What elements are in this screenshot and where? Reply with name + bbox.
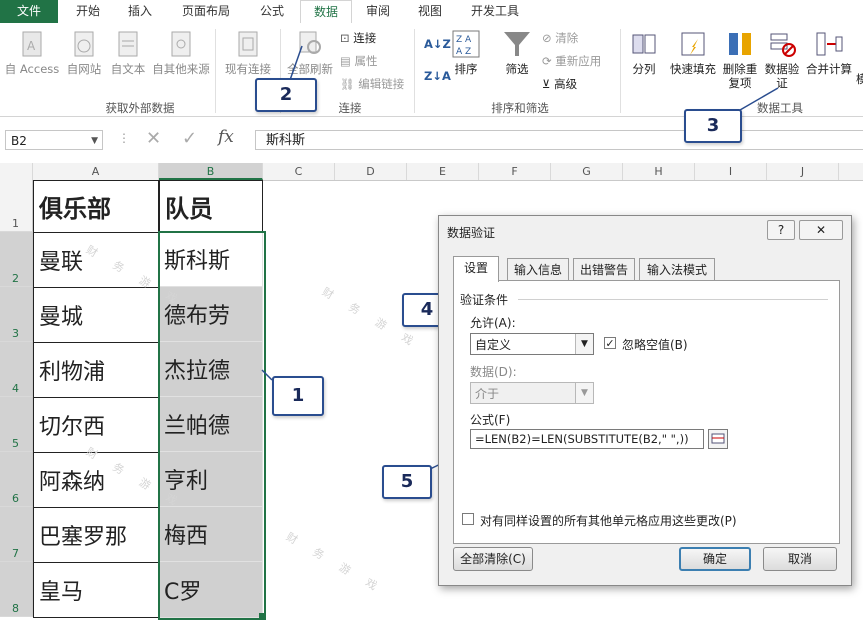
range-picker-icon[interactable] [708,429,728,449]
data-validation-dialog: 数据验证 ? ✕ 设置 输入信息 出错警告 输入法模式 验证条件 允许(A): … [438,215,852,586]
chevron-down-icon[interactable]: ▼ [575,334,593,354]
ignore-blank-label: 忽略空值(B) [622,338,688,352]
dialog-title: 数据验证 [447,226,496,240]
ignore-blank-checkbox[interactable]: ✓ [604,337,616,350]
tab-ime-mode[interactable]: 输入法模式 [639,258,715,280]
ok-button[interactable]: 确定 [679,547,751,571]
tab-error-alert[interactable]: 出错警告 [573,258,635,280]
formula-label: 公式(F) [470,413,511,427]
close-icon: ✕ [815,223,827,237]
help-button[interactable]: ? [767,220,795,240]
tab-settings[interactable]: 设置 [453,256,499,282]
callout-2: 2 [255,78,317,112]
chevron-down-icon[interactable]: ▼ [575,383,593,403]
apply-all-checkbox[interactable] [462,513,474,525]
close-button[interactable]: ✕ [799,220,843,240]
allow-label: 允许(A): [470,316,516,330]
data-select[interactable]: 介于 ▼ [470,382,594,404]
range-picker-glyph [711,433,725,444]
settings-pane: 验证条件 允许(A): 自定义 ▼ ✓ 忽略空值(B) 数据(D): 介于 ▼ … [453,280,840,544]
cancel-button[interactable]: 取消 [763,547,837,571]
allow-select[interactable]: 自定义 ▼ [470,333,594,355]
section-title: 验证条件 [460,293,509,307]
callout-5: 5 [382,465,432,499]
formula-field[interactable]: =LEN(B2)=LEN(SUBSTITUTE(B2," ",)) [470,429,704,449]
data-label: 数据(D): [470,365,517,379]
clear-all-button[interactable]: 全部清除(C) [453,547,533,571]
tab-input-message[interactable]: 输入信息 [507,258,569,280]
callout-1: 1 [272,376,324,416]
apply-all-label: 对有同样设置的所有其他单元格应用这些更改(P) [480,514,737,528]
section-divider [518,299,828,300]
callout-3: 3 [684,109,742,143]
